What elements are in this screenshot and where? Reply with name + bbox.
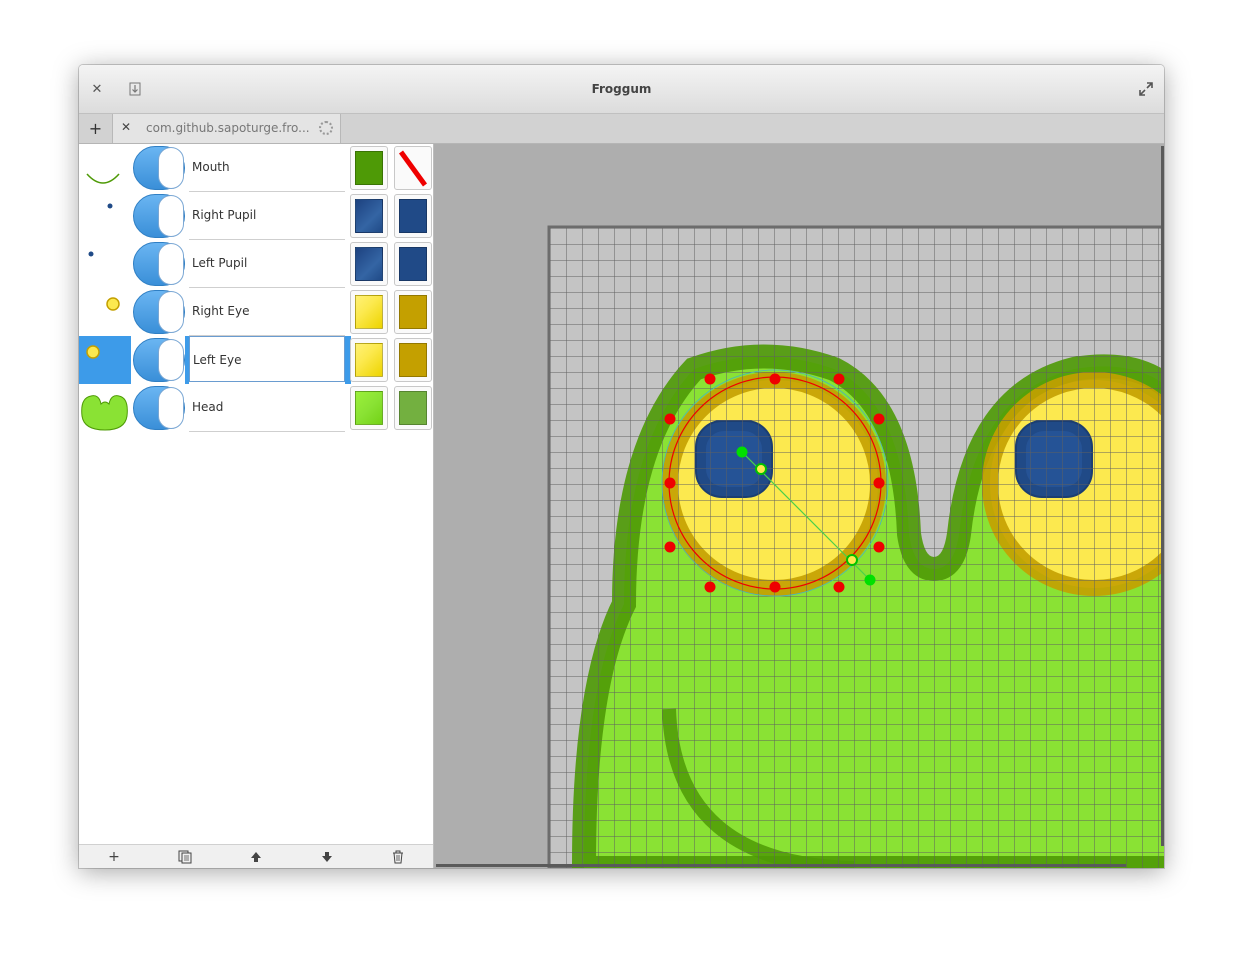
move-down-button[interactable] <box>317 847 337 867</box>
loading-spinner-icon <box>319 121 333 135</box>
fill-color-button[interactable] <box>350 146 388 190</box>
layer-name-field[interactable]: Left Eye <box>189 336 345 382</box>
layer-name-field[interactable]: Right Pupil <box>189 192 345 240</box>
horizontal-scrollbar <box>436 864 1126 867</box>
layer-thumbnail-right-eye <box>79 288 131 336</box>
tab-document[interactable]: ✕ com.github.sapoturge.fro... <box>113 114 341 143</box>
trash-icon <box>393 850 403 864</box>
layer-thumbnail-left-pupil <box>79 240 131 288</box>
layer-row-head[interactable]: Head <box>79 384 433 432</box>
tab-label: com.github.sapoturge.fro... <box>146 121 310 135</box>
plus-icon: + <box>88 119 103 138</box>
layer-name-field[interactable]: Left Pupil <box>189 240 345 288</box>
tab-close-icon[interactable]: ✕ <box>121 120 131 134</box>
titlebar: ✕ Froggum <box>79 65 1164 114</box>
visibility-toggle-left-eye[interactable] <box>133 338 185 382</box>
visibility-toggle-right-eye[interactable] <box>133 290 185 334</box>
tab-bar: + ✕ com.github.sapoturge.fro... <box>79 114 1164 144</box>
app-window: ✕ Froggum + ✕ com.github.sapoturge.fro..… <box>79 65 1164 868</box>
layer-thumbnail-head <box>79 384 131 432</box>
delete-layer-button[interactable] <box>388 847 408 867</box>
move-up-button[interactable] <box>246 847 266 867</box>
duplicate-icon <box>178 850 192 864</box>
layer-name-field[interactable]: Head <box>189 384 345 432</box>
layer-thumbnail-mouth <box>79 144 131 192</box>
new-tab-button[interactable]: + <box>79 114 113 143</box>
window-title: Froggum <box>591 82 652 96</box>
stroke-color-button[interactable] <box>394 290 432 334</box>
visibility-toggle-mouth[interactable] <box>133 146 185 190</box>
vertical-scrollbar <box>1161 146 1164 846</box>
layers-panel: Mouth Right Pupil Left Pupil Right Eye L… <box>79 144 434 868</box>
plus-icon: + <box>108 849 120 865</box>
stroke-color-button[interactable] <box>394 338 432 382</box>
stroke-color-button[interactable] <box>394 242 432 286</box>
layer-thumbnail-left-eye <box>79 336 131 384</box>
layer-row-right-eye[interactable]: Right Eye <box>79 288 433 336</box>
visibility-toggle-left-pupil[interactable] <box>133 242 185 286</box>
fill-color-button[interactable] <box>350 386 388 430</box>
visibility-toggle-head[interactable] <box>133 386 185 430</box>
fill-color-button[interactable] <box>350 194 388 238</box>
duplicate-layer-button[interactable] <box>175 847 195 867</box>
drawing-canvas[interactable] <box>434 144 1164 868</box>
fill-color-button[interactable] <box>350 242 388 286</box>
visibility-toggle-right-pupil[interactable] <box>133 194 185 238</box>
layer-row-left-eye[interactable]: Left Eye <box>79 336 433 384</box>
layer-row-left-pupil[interactable]: Left Pupil <box>79 240 433 288</box>
stroke-color-button[interactable] <box>394 146 432 190</box>
maximize-icon[interactable] <box>1136 79 1156 99</box>
arrow-up-icon <box>251 852 261 862</box>
layer-row-right-pupil[interactable]: Right Pupil <box>79 192 433 240</box>
layer-name-field[interactable]: Right Eye <box>189 288 345 336</box>
layer-thumbnail-right-pupil <box>79 192 131 240</box>
fill-color-button[interactable] <box>350 338 388 382</box>
stroke-color-button[interactable] <box>394 194 432 238</box>
layer-toolbar: + <box>79 844 433 868</box>
main-content: Mouth Right Pupil Left Pupil Right Eye L… <box>79 144 1164 868</box>
stroke-color-button[interactable] <box>394 386 432 430</box>
add-layer-button[interactable]: + <box>104 847 124 867</box>
layer-name-field[interactable]: Mouth <box>189 144 345 192</box>
fill-color-button[interactable] <box>350 290 388 334</box>
arrow-down-icon <box>322 852 332 862</box>
layer-row-mouth[interactable]: Mouth <box>79 144 433 192</box>
